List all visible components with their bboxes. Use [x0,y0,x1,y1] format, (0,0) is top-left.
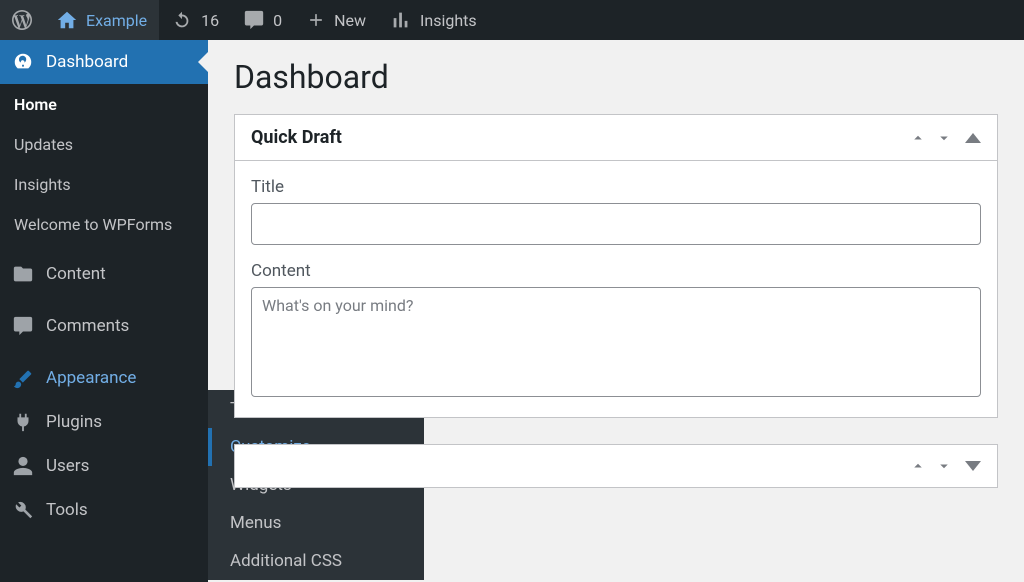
wrench-icon [12,499,34,521]
sidebar-item-dashboard[interactable]: Dashboard [0,40,208,84]
comments-count: 0 [273,11,282,30]
refresh-icon [171,9,193,31]
content-label: Content [251,261,981,281]
sidebar-submenu-dashboard: Home Updates Insights Welcome to WPForms [0,84,208,244]
collapsed-panel [234,444,998,488]
admin-sidebar: Dashboard Home Updates Insights Welcome … [0,40,208,582]
comments-button[interactable]: 0 [231,0,294,40]
quick-draft-body: Title Content [235,161,997,417]
updates-count: 16 [201,11,219,30]
folder-icon [12,263,34,285]
move-down-button[interactable] [935,129,953,147]
chevron-down-icon [935,457,953,475]
sidebar-item-tools[interactable]: Tools [0,488,208,532]
move-up-button[interactable] [909,457,927,475]
sidebar-item-comments[interactable]: Comments [0,304,208,348]
sidebar-subitem-wpforms[interactable]: Welcome to WPForms [0,204,208,244]
sidebar-subitem-insights[interactable]: Insights [0,164,208,204]
quick-draft-header: Quick Draft [235,115,997,161]
plug-icon [12,411,34,433]
sidebar-item-label: Users [46,456,89,476]
insights-button[interactable]: Insights [378,0,489,40]
brush-icon [12,367,34,389]
chevron-up-icon [909,129,927,147]
bar-chart-icon [390,9,412,31]
sidebar-item-label: Plugins [46,412,102,432]
title-label: Title [251,177,981,197]
move-up-button[interactable] [909,129,927,147]
site-home-button[interactable]: Example [44,0,159,40]
sidebar-item-plugins[interactable]: Plugins [0,400,208,444]
wordpress-logo-button[interactable] [0,0,44,40]
plus-icon [306,10,326,30]
sidebar-item-label: Content [46,264,106,284]
main-content: Dashboard Quick Draft Title Content [208,40,1024,582]
sidebar-subitem-updates[interactable]: Updates [0,124,208,164]
panel-toggle-button[interactable] [965,133,981,143]
home-icon [56,9,78,31]
quick-draft-panel: Quick Draft Title Content [234,114,998,418]
user-icon [12,455,34,477]
chevron-down-icon [935,129,953,147]
sidebar-item-label: Appearance [46,368,136,388]
sidebar-item-users[interactable]: Users [0,444,208,488]
sidebar-item-appearance[interactable]: Appearance [0,356,208,400]
sidebar-item-label: Tools [46,500,88,520]
comment-icon [12,315,34,337]
sidebar-item-label: Comments [46,316,129,336]
admin-topbar: Example 16 0 New Insights [0,0,1024,40]
new-label: New [334,11,366,30]
updates-button[interactable]: 16 [159,0,231,40]
new-button[interactable]: New [294,0,378,40]
collapsed-panel-header [235,445,997,487]
move-down-button[interactable] [935,457,953,475]
wordpress-icon [10,8,34,32]
comment-icon [243,9,265,31]
insights-label: Insights [420,11,477,30]
panel-title: Quick Draft [251,127,342,148]
sidebar-item-label: Dashboard [46,52,128,72]
sidebar-subitem-home[interactable]: Home [0,84,208,124]
dashboard-icon [12,51,34,73]
site-name-label: Example [86,11,147,30]
chevron-up-icon [909,457,927,475]
panel-toggle-button[interactable] [965,461,981,471]
sidebar-item-content[interactable]: Content [0,252,208,296]
page-title: Dashboard [234,58,998,96]
content-textarea[interactable] [251,287,981,397]
title-input[interactable] [251,203,981,245]
